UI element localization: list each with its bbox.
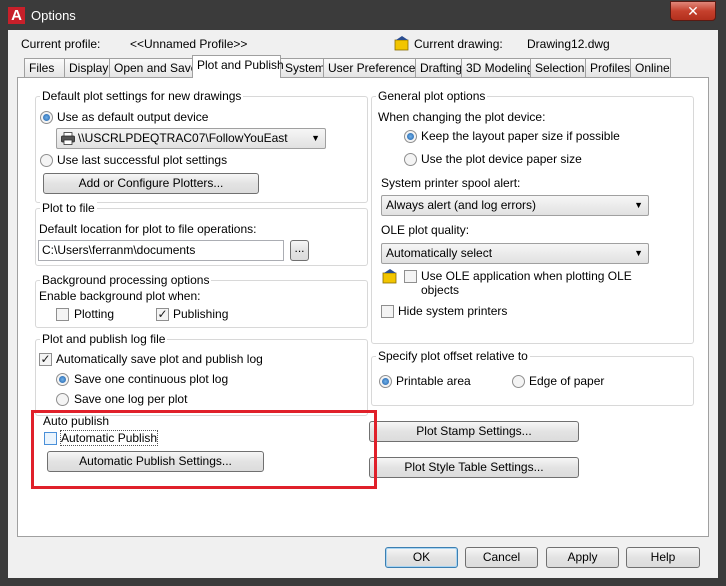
publishing-checkbox[interactable]: ✓ <box>156 308 169 321</box>
use-default-device-label: Use as default output device <box>57 110 209 124</box>
dialog-client-area: Current profile: <<Unnamed Profile>> Cur… <box>8 30 718 578</box>
keep-layout-paper-label: Keep the layout paper size if possible <box>421 129 620 143</box>
tab-drafting[interactable]: Drafting <box>415 58 462 77</box>
options-dialog-frame: A Options ✕ Current profile: <<Unnamed P… <box>0 0 726 586</box>
help-button[interactable]: Help <box>626 547 700 568</box>
plotting-checkbox[interactable] <box>56 308 69 321</box>
hide-system-printers-label: Hide system printers <box>398 304 508 318</box>
title-bar: A Options ✕ <box>0 0 726 30</box>
general-plot-options-group: General plot options When changing the p… <box>371 89 694 344</box>
current-drawing-label: Current drawing: <box>414 37 503 51</box>
use-default-device-radio[interactable] <box>40 111 53 124</box>
enable-background-label: Enable background plot when: <box>39 289 201 303</box>
drawing-file-icon <box>394 36 409 51</box>
printable-area-radio[interactable] <box>379 375 392 388</box>
plot-offset-group: Specify plot offset relative to Printabl… <box>371 349 694 406</box>
tab-selection[interactable]: Selection <box>530 58 586 77</box>
current-profile-value: <<Unnamed Profile>> <box>130 37 248 51</box>
tab-3d-modeling[interactable]: 3D Modeling <box>461 58 533 77</box>
ole-quality-label: OLE plot quality: <box>381 223 470 237</box>
tab-system[interactable]: System <box>280 58 325 77</box>
use-device-paper-label: Use the plot device paper size <box>421 152 582 166</box>
changing-plot-device-label: When changing the plot device: <box>378 110 546 124</box>
ole-warning-icon <box>382 269 397 284</box>
auto-save-log-label: Automatically save plot and publish log <box>56 352 263 366</box>
hide-system-printers-checkbox[interactable] <box>381 305 394 318</box>
spool-alert-select[interactable]: Always alert (and log errors) ▼ <box>381 195 649 216</box>
plot-style-table-settings-button[interactable]: Plot Style Table Settings... <box>369 457 579 478</box>
ole-quality-value: Automatically select <box>386 246 493 260</box>
edge-of-paper-label: Edge of paper <box>529 374 605 388</box>
tab-display[interactable]: Display <box>64 58 110 77</box>
auto-save-log-checkbox[interactable]: ✓ <box>39 353 52 366</box>
use-ole-application-checkbox[interactable] <box>404 270 417 283</box>
edge-of-paper-radio[interactable] <box>512 375 525 388</box>
default-device-select[interactable]: \\USCRLPDEQTRAC07\FollowYouEast ▼ <box>56 128 326 149</box>
plot-and-publish-panel: Default plot settings for new drawings U… <box>17 77 709 537</box>
plot-publish-log-group: Plot and publish log file ✓ Automaticall… <box>35 332 368 416</box>
default-plot-settings-title: Default plot settings for new drawings <box>40 89 244 103</box>
printer-icon <box>61 132 75 145</box>
close-button[interactable]: ✕ <box>670 1 716 21</box>
plot-to-file-title: Plot to file <box>40 201 97 215</box>
one-log-per-plot-label: Save one log per plot <box>74 392 188 406</box>
publishing-label: Publishing <box>173 307 229 321</box>
use-last-successful-radio[interactable] <box>40 154 53 167</box>
one-log-per-plot-radio[interactable] <box>56 393 69 406</box>
ole-quality-select[interactable]: Automatically select ▼ <box>381 243 649 264</box>
plot-publish-log-title: Plot and publish log file <box>40 332 168 346</box>
background-processing-title: Background processing options <box>40 273 212 287</box>
tab-files[interactable]: Files <box>24 58 65 77</box>
window-title: Options <box>31 8 76 23</box>
tab-plot-and-publish[interactable]: Plot and Publish <box>192 55 284 78</box>
keep-layout-paper-radio[interactable] <box>404 130 417 143</box>
cancel-button[interactable]: Cancel <box>465 547 538 568</box>
plot-offset-title: Specify plot offset relative to <box>376 349 530 363</box>
use-ole-application-label-line2: objects <box>421 283 460 297</box>
plot-to-file-group: Plot to file Default location for plot t… <box>35 201 368 266</box>
background-processing-group: Background processing options Enable bac… <box>35 273 368 328</box>
tab-open-and-save[interactable]: Open and Save <box>109 58 197 77</box>
plot-stamp-settings-button[interactable]: Plot Stamp Settings... <box>369 421 579 442</box>
spool-alert-value: Always alert (and log errors) <box>386 198 537 212</box>
plotting-label: Plotting <box>74 307 115 321</box>
one-continuous-log-label: Save one continuous plot log <box>74 372 229 386</box>
default-plot-settings-group: Default plot settings for new drawings U… <box>35 89 368 203</box>
general-plot-options-title: General plot options <box>376 89 488 103</box>
use-last-successful-label: Use last successful plot settings <box>57 153 228 167</box>
ok-button[interactable]: OK <box>385 547 458 568</box>
add-configure-plotters-button[interactable]: Add or Configure Plotters... <box>43 173 259 194</box>
plot-to-file-location-label: Default location for plot to file operat… <box>39 222 257 236</box>
spool-alert-label: System printer spool alert: <box>381 176 521 190</box>
auto-publish-highlight-box <box>31 410 377 489</box>
plot-to-file-location-input[interactable]: C:\Users\ferranm\documents <box>38 240 284 261</box>
use-device-paper-radio[interactable] <box>404 153 417 166</box>
tab-online[interactable]: Online <box>630 58 671 77</box>
autocad-app-icon: A <box>8 7 25 24</box>
chevron-down-icon: ▼ <box>634 200 643 210</box>
use-ole-application-label-line1: Use OLE application when plotting OLE <box>421 269 632 283</box>
current-drawing-value: Drawing12.dwg <box>527 37 610 51</box>
apply-button[interactable]: Apply <box>546 547 619 568</box>
one-continuous-log-radio[interactable] <box>56 373 69 386</box>
current-profile-label: Current profile: <box>21 37 101 51</box>
tab-profiles[interactable]: Profiles <box>585 58 631 77</box>
chevron-down-icon: ▼ <box>311 133 320 143</box>
chevron-down-icon: ▼ <box>634 248 643 258</box>
tab-user-preferences[interactable]: User Preferences <box>323 58 421 77</box>
printable-area-label: Printable area <box>396 374 471 388</box>
browse-button[interactable]: ... <box>290 240 309 261</box>
default-device-value: \\USCRLPDEQTRAC07\FollowYouEast <box>78 131 288 145</box>
